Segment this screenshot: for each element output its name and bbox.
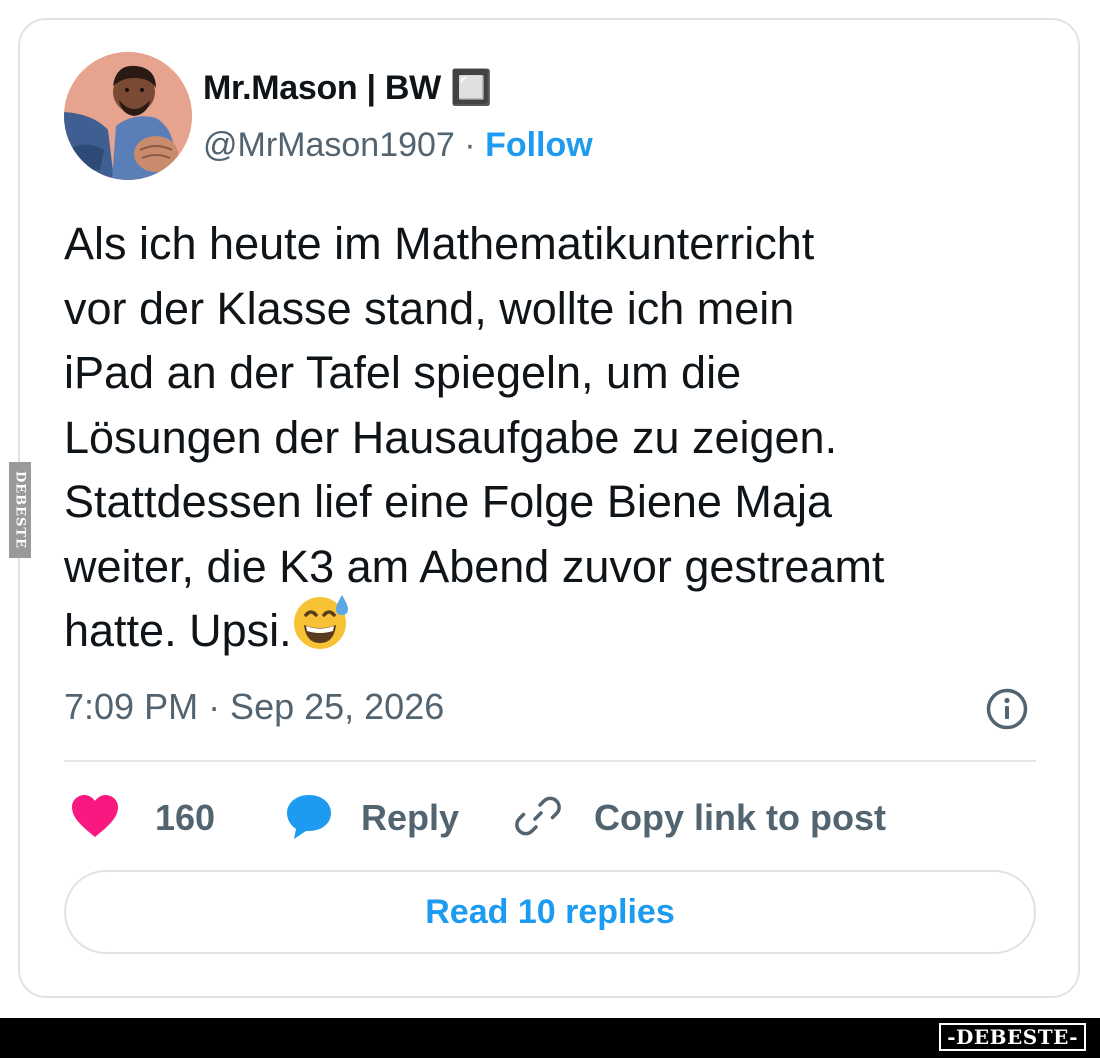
grinning-face-with-sweat-icon (292, 591, 352, 669)
like-count: 160 (155, 797, 216, 838)
tweet-text-block: Als ich heute im Mathematikunterricht vo… (64, 212, 1054, 669)
avatar-image (64, 52, 192, 180)
info-icon[interactable] (985, 687, 1029, 731)
heart-icon (70, 793, 120, 844)
action-bar: 160 Reply Copy link to post (64, 790, 1036, 846)
read-replies-button[interactable]: Read 10 replies (64, 870, 1036, 954)
tweet-text: Als ich heute im Mathematikunterricht vo… (64, 218, 885, 656)
handle-separator: · (454, 126, 486, 164)
divider (64, 760, 1036, 762)
author-avatar[interactable] (64, 52, 192, 180)
link-icon (514, 792, 562, 845)
author-handle[interactable]: @MrMason1907 (203, 126, 455, 164)
bottom-watermark-text: -DEBESTE- (947, 1025, 1078, 1049)
side-watermark: DEBESTE (9, 462, 31, 558)
copy-link-label: Copy link to post (594, 797, 886, 838)
copy-link-button[interactable]: Copy link to post (514, 790, 886, 846)
bottom-watermark-logo: -DEBESTE- (937, 1021, 1088, 1053)
speech-bubble-icon (284, 791, 334, 846)
author-display-name[interactable]: Mr.Mason | BW 🔲 (203, 68, 492, 108)
author-handle-row: @MrMason1907 · Follow (203, 126, 593, 165)
read-replies-label: Read 10 replies (425, 892, 675, 931)
side-watermark-text: DEBESTE (12, 470, 28, 550)
reply-button[interactable]: Reply (284, 790, 459, 846)
like-button[interactable]: 160 (70, 790, 215, 846)
tweet-timestamp[interactable]: 7:09 PM · Sep 25, 2026 (64, 686, 444, 728)
follow-button[interactable]: Follow (485, 126, 593, 164)
reply-label: Reply (361, 797, 460, 838)
bottom-bar: -DEBESTE- (0, 1018, 1100, 1058)
